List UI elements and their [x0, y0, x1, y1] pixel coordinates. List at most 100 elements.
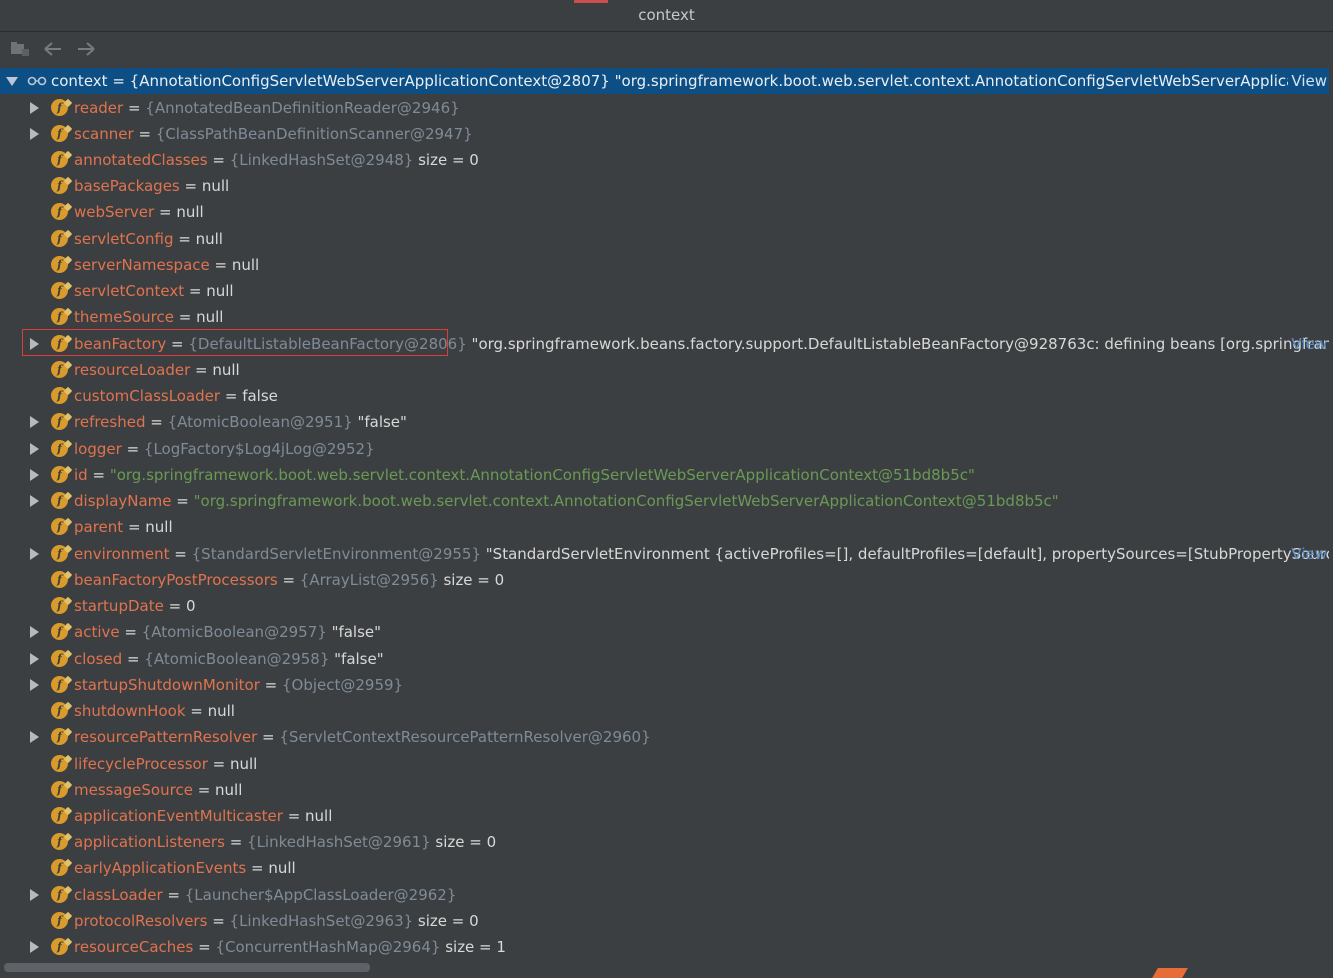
vertical-scrollbar[interactable] [1329, 66, 1333, 962]
tree-row-resourceLoader[interactable]: f resourceLoader = null [0, 357, 1333, 383]
field-string-value: "org.springframework.boot.web.servlet.co… [193, 492, 1059, 510]
field-label: applicationListeners = {LinkedHashSet@29… [74, 829, 496, 855]
field-reference: {AtomicBoolean@2958} [144, 650, 330, 668]
forward-arrow-icon[interactable] [75, 38, 97, 60]
field-name: customClassLoader [74, 387, 221, 405]
horizontal-scrollbar-thumb[interactable] [4, 963, 370, 972]
equals-sign: = [185, 702, 208, 720]
field-name: annotatedClasses [74, 151, 208, 169]
tree-row-basePackages[interactable]: f basePackages = null [0, 173, 1333, 199]
tree-row-root-context[interactable]: context = {AnnotationConfigServletWebSer… [0, 68, 1333, 94]
expand-arrow-icon[interactable] [30, 443, 39, 455]
field-value: null [201, 177, 230, 195]
folder-structure-icon[interactable] [9, 38, 31, 60]
field-label: webServer = null [74, 199, 204, 225]
variables-tree[interactable]: context = {AnnotationConfigServletWebSer… [0, 66, 1333, 962]
tree-row-parent[interactable]: f parent = null [0, 514, 1333, 540]
equals-sign: = [209, 256, 232, 274]
field-icon: f [51, 308, 68, 325]
tree-row-servletConfig[interactable]: f servletConfig = null [0, 226, 1333, 252]
tree-row-protocolResolvers[interactable]: f protocolResolvers = {LinkedHashSet@2963… [0, 908, 1333, 934]
tree-row-logger[interactable]: f logger = {LogFactory$Log4jLog@2952} [0, 436, 1333, 462]
expand-arrow-icon[interactable] [30, 679, 39, 691]
view-link[interactable]: View [1288, 331, 1327, 357]
field-name: startupShutdownMonitor [74, 676, 260, 694]
tree-row-themeSource[interactable]: f themeSource = null [0, 304, 1333, 330]
tree-row-servletContext[interactable]: f servletContext = null [0, 278, 1333, 304]
field-label: parent = null [74, 514, 173, 540]
field-icon: f [51, 125, 68, 142]
tree-row-classLoader[interactable]: f classLoader = {Launcher$AppClassLoader@… [0, 882, 1333, 908]
tree-row-active[interactable]: f active = {AtomicBoolean@2957} "false" [0, 619, 1333, 645]
field-name: resourcePatternResolver [74, 728, 258, 746]
field-value: null [206, 282, 234, 300]
expand-arrow-icon[interactable] [30, 626, 39, 638]
tree-row-refreshed[interactable]: f refreshed = {AtomicBoolean@2951} "false… [0, 409, 1333, 435]
tree-row-applicationListeners[interactable]: f applicationListeners = {LinkedHashSet@2… [0, 829, 1333, 855]
field-icon: f [51, 466, 68, 483]
tree-row-closed[interactable]: f closed = {AtomicBoolean@2958} "false" [0, 646, 1333, 672]
field-icon: f [51, 938, 68, 955]
field-label: protocolResolvers = {LinkedHashSet@2963}… [74, 908, 479, 934]
expand-arrow-icon[interactable] [30, 495, 39, 507]
field-label: id = "org.springframework.boot.web.servl… [74, 462, 975, 488]
field-name: servletConfig [74, 230, 174, 248]
field-label: customClassLoader = false [74, 383, 278, 409]
expand-arrow-icon[interactable] [30, 653, 39, 665]
tree-row-lifecycleProcessor[interactable]: f lifecycleProcessor = null [0, 751, 1333, 777]
equals-sign: = [133, 125, 156, 143]
tree-row-serverNamespace[interactable]: f serverNamespace = null [0, 252, 1333, 278]
expand-arrow-icon[interactable] [30, 102, 39, 114]
field-icon: f [51, 177, 68, 194]
expand-arrow-icon[interactable] [30, 469, 39, 481]
tree-row-scanner[interactable]: f scanner = {ClassPathBeanDefinitionScann… [0, 121, 1333, 147]
tree-row-displayName[interactable]: f displayName = "org.springframework.boot… [0, 488, 1333, 514]
tree-row-earlyApplicationEvents[interactable]: f earlyApplicationEvents = null [0, 855, 1333, 881]
field-label: startupShutdownMonitor = {Object@2959} [74, 672, 403, 698]
field-icon: f [51, 99, 68, 116]
equals-sign: = [192, 781, 216, 799]
expand-arrow-icon[interactable] [30, 416, 39, 428]
field-value: null [268, 859, 296, 877]
field-icon: f [51, 859, 68, 876]
tree-row-messageSource[interactable]: f messageSource = null [0, 777, 1333, 803]
tree-row-environment[interactable]: f environment = {StandardServletEnvironme… [0, 541, 1333, 567]
field-name: parent [74, 518, 124, 536]
tree-row-startupDate[interactable]: f startupDate = 0 [0, 593, 1333, 619]
equals-sign: = [169, 545, 192, 563]
view-link[interactable]: View [1288, 68, 1327, 94]
expand-arrow-icon[interactable] [30, 548, 39, 560]
tree-row-resourcePatternResolver[interactable]: f resourcePatternResolver = {ServletConte… [0, 724, 1333, 750]
field-label: active = {AtomicBoolean@2957} "false" [74, 619, 381, 645]
tree-row-applicationEventMulticaster[interactable]: f applicationEventMulticaster = null [0, 803, 1333, 829]
field-icon: f [51, 518, 68, 535]
field-name: lifecycleProcessor [74, 755, 208, 773]
view-link[interactable]: View [1288, 541, 1327, 567]
tree-row-reader[interactable]: f reader = {AnnotatedBeanDefinitionReader… [0, 95, 1333, 121]
tree-row-webServer[interactable]: f webServer = null [0, 199, 1333, 225]
field-value: size = 0 [413, 912, 479, 930]
collapse-arrow-icon[interactable] [6, 77, 18, 86]
field-value: false [242, 387, 278, 405]
tree-row-beanFactoryPostProcessors[interactable]: f beanFactoryPostProcessors = {ArrayList@… [0, 567, 1333, 593]
equals-sign: = [220, 387, 243, 405]
field-name: environment [74, 545, 170, 563]
root-name: context [51, 72, 108, 90]
expand-arrow-icon[interactable] [30, 941, 39, 953]
tree-row-startupShutdownMonitor[interactable]: f startupShutdownMonitor = {Object@2959} [0, 672, 1333, 698]
field-reference: {LinkedHashSet@2948} [229, 151, 414, 169]
equals-sign: = [173, 308, 197, 326]
field-icon: f [51, 282, 68, 299]
expand-arrow-icon[interactable] [30, 731, 39, 743]
expand-arrow-icon[interactable] [30, 128, 39, 140]
field-value: size = 0 [413, 151, 479, 169]
tree-row-id[interactable]: f id = "org.springframework.boot.web.serv… [0, 462, 1333, 488]
watch-glasses-icon [27, 76, 47, 86]
field-reference: {Launcher$AppClassLoader@2962} [184, 886, 457, 904]
tree-row-annotatedClasses[interactable]: f annotatedClasses = {LinkedHashSet@2948}… [0, 147, 1333, 173]
tree-row-shutdownHook[interactable]: f shutdownHook = null [0, 698, 1333, 724]
tree-row-resourceCaches[interactable]: f resourceCaches = {ConcurrentHashMap@296… [0, 934, 1333, 960]
expand-arrow-icon[interactable] [30, 889, 39, 901]
tree-row-customClassLoader[interactable]: f customClassLoader = false [0, 383, 1333, 409]
back-arrow-icon[interactable] [42, 38, 64, 60]
